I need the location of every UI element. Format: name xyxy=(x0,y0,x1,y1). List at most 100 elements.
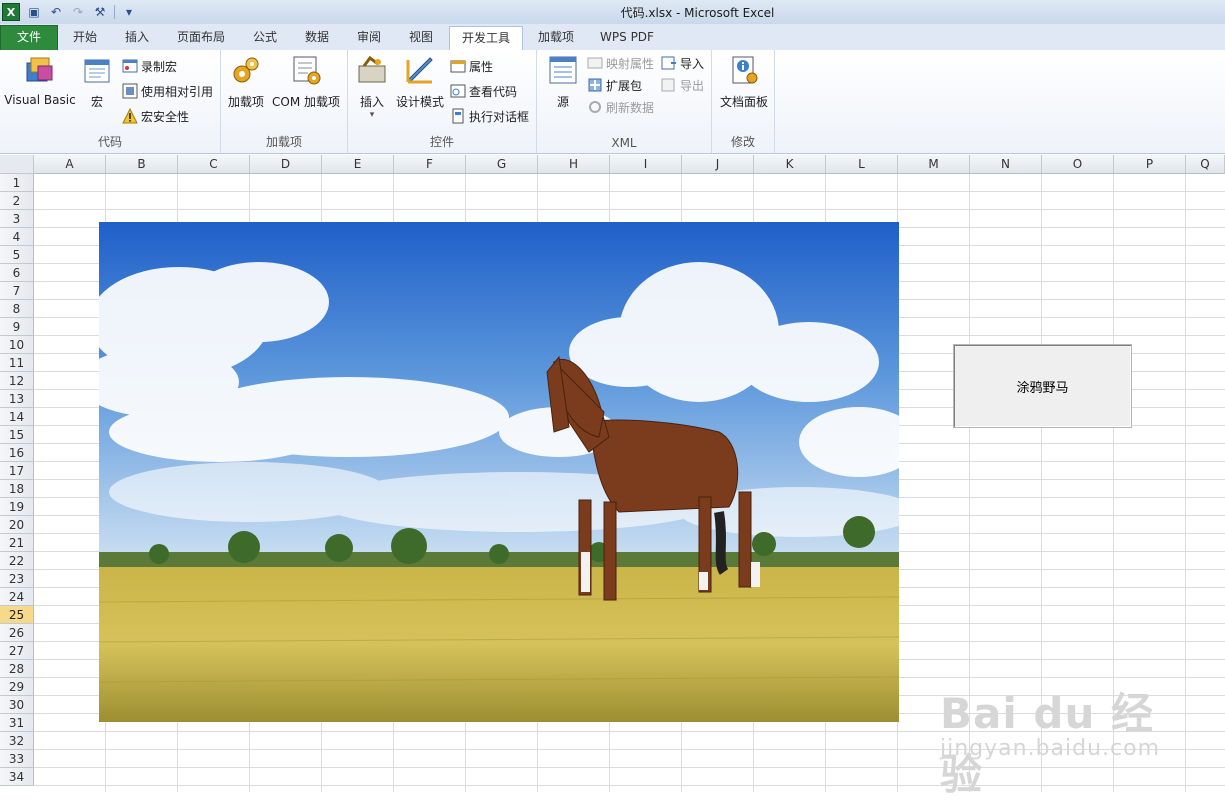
document-panel-icon xyxy=(732,56,758,84)
column-header[interactable]: N xyxy=(970,155,1042,174)
column-header[interactable]: B xyxy=(106,155,178,174)
row-header[interactable]: 10 xyxy=(0,336,34,354)
column-header[interactable]: E xyxy=(322,155,394,174)
xml-group-label: XML xyxy=(611,136,637,150)
row-header[interactable]: 27 xyxy=(0,642,34,660)
addins-button[interactable]: 加载项 xyxy=(225,54,267,110)
tab-page-layout[interactable]: 页面布局 xyxy=(168,26,234,49)
row-header[interactable]: 4 xyxy=(0,228,34,246)
row-header[interactable]: 9 xyxy=(0,318,34,336)
expansion-packs-label: 扩展包 xyxy=(606,78,643,93)
tab-formulas[interactable]: 公式 xyxy=(242,26,288,49)
row-header[interactable]: 20 xyxy=(0,516,34,534)
row-header[interactable]: 16 xyxy=(0,444,34,462)
import-button[interactable]: 导入 xyxy=(661,53,704,73)
row-header[interactable]: 26 xyxy=(0,624,34,642)
row-header[interactable]: 29 xyxy=(0,678,34,696)
row-header[interactable]: 5 xyxy=(0,246,34,264)
row-header[interactable]: 7 xyxy=(0,282,34,300)
row-header[interactable]: 23 xyxy=(0,570,34,588)
gear-icon xyxy=(233,57,259,83)
row-header[interactable]: 24 xyxy=(0,588,34,606)
row-header[interactable]: 12 xyxy=(0,372,34,390)
view-code-button[interactable]: 查看代码 xyxy=(450,81,517,101)
modify-group-label: 修改 xyxy=(730,135,755,149)
tab-view[interactable]: 视图 xyxy=(398,26,444,49)
row-header[interactable]: 13 xyxy=(0,390,34,408)
view-code-label: 查看代码 xyxy=(469,84,518,99)
code-group: Visual Basic 宏 录制宏 使用相对引用 宏安全性 代码 xyxy=(0,50,221,153)
macros-icon xyxy=(84,59,110,83)
column-header[interactable]: A xyxy=(34,155,106,174)
relative-reference-button[interactable]: 使用相对引用 xyxy=(122,81,213,101)
graffiti-horse-button[interactable]: 涂鸦野马 xyxy=(953,344,1132,428)
run-dialog-button[interactable]: 执行对话框 xyxy=(450,106,529,126)
refresh-icon xyxy=(589,101,601,113)
column-header[interactable]: Q xyxy=(1186,155,1225,174)
view-code-icon xyxy=(450,84,466,98)
tab-addins[interactable]: 加载项 xyxy=(528,26,584,49)
column-header[interactable]: D xyxy=(250,155,322,174)
xml-source-button[interactable]: 源 xyxy=(545,54,581,110)
column-header[interactable]: L xyxy=(826,155,898,174)
column-header[interactable]: G xyxy=(466,155,538,174)
row-header[interactable]: 34 xyxy=(0,768,34,786)
row-header[interactable]: 31 xyxy=(0,714,34,732)
refresh-data-button[interactable]: 刷新数据 xyxy=(587,97,654,117)
column-header[interactable]: O xyxy=(1042,155,1114,174)
column-header[interactable]: H xyxy=(538,155,610,174)
row-header[interactable]: 6 xyxy=(0,264,34,282)
row-header[interactable]: 19 xyxy=(0,498,34,516)
tab-home[interactable]: 开始 xyxy=(62,26,108,49)
document-panel-button[interactable]: 文档面板 xyxy=(716,54,772,110)
run-dialog-label: 执行对话框 xyxy=(469,109,530,124)
row-header[interactable]: 18 xyxy=(0,480,34,498)
properties-button[interactable]: 属性 xyxy=(450,56,493,76)
tab-data[interactable]: 数据 xyxy=(294,26,340,49)
column-header[interactable]: P xyxy=(1114,155,1186,174)
row-header[interactable]: 2 xyxy=(0,192,34,210)
tab-file[interactable]: 文件 xyxy=(0,25,58,51)
map-properties-button[interactable]: 映射属性 xyxy=(587,53,654,73)
row-header[interactable]: 3 xyxy=(0,210,34,228)
column-header[interactable]: K xyxy=(754,155,826,174)
column-header[interactable]: J xyxy=(682,155,754,174)
row-header[interactable]: 22 xyxy=(0,552,34,570)
row-header[interactable]: 11 xyxy=(0,354,34,372)
insert-dropdown-icon[interactable]: ▾ xyxy=(352,110,392,120)
row-header[interactable]: 32 xyxy=(0,732,34,750)
select-all-corner[interactable] xyxy=(0,155,34,174)
insert-control-button[interactable]: 插入 ▾ xyxy=(352,54,392,120)
row-header[interactable]: 33 xyxy=(0,750,34,768)
column-header[interactable]: I xyxy=(610,155,682,174)
visual-basic-button[interactable]: Visual Basic xyxy=(4,54,76,107)
row-header[interactable]: 21 xyxy=(0,534,34,552)
document-panel-label: 文档面板 xyxy=(719,95,768,109)
row-header[interactable]: 15 xyxy=(0,426,34,444)
horse-picture[interactable] xyxy=(99,222,899,722)
row-header[interactable]: 14 xyxy=(0,408,34,426)
row-header[interactable]: 1 xyxy=(0,174,34,192)
row-header[interactable]: 17 xyxy=(0,462,34,480)
com-addins-button[interactable]: COM 加载项 xyxy=(269,54,343,110)
design-mode-button[interactable]: 设计模式 xyxy=(394,54,446,110)
column-header[interactable]: C xyxy=(178,155,250,174)
column-header[interactable]: M xyxy=(898,155,970,174)
relative-reference-icon xyxy=(122,83,138,99)
row-header[interactable]: 8 xyxy=(0,300,34,318)
column-header[interactable]: F xyxy=(394,155,466,174)
row-header[interactable]: 28 xyxy=(0,660,34,678)
relative-reference-label: 使用相对引用 xyxy=(141,84,214,99)
tab-developer[interactable]: 开发工具 xyxy=(449,26,523,52)
macro-security-button[interactable]: 宏安全性 xyxy=(122,106,189,126)
row-header[interactable]: 30 xyxy=(0,696,34,714)
toolbox-icon xyxy=(358,55,386,83)
tab-wps-pdf[interactable]: WPS PDF xyxy=(592,26,662,49)
tab-insert[interactable]: 插入 xyxy=(114,26,160,49)
macros-button[interactable]: 宏 xyxy=(80,54,114,110)
export-button[interactable]: 导出 xyxy=(661,75,704,95)
row-header[interactable]: 25 xyxy=(0,606,34,624)
expansion-packs-button[interactable]: 扩展包 xyxy=(587,75,642,95)
tab-review[interactable]: 审阅 xyxy=(346,26,392,49)
record-macro-button[interactable]: 录制宏 xyxy=(122,56,177,76)
